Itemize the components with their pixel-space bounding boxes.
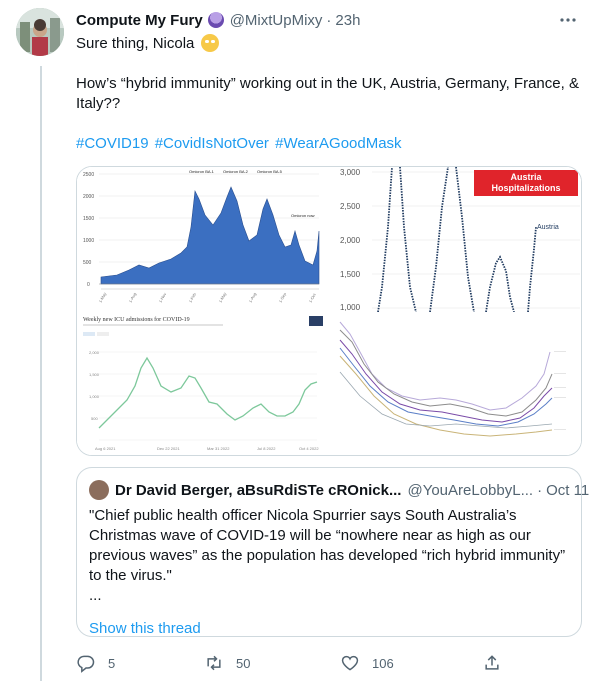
y-tick: 1,500 xyxy=(340,270,361,279)
reply-count: 5 xyxy=(108,655,116,671)
badge-line-1: Austria xyxy=(510,172,542,182)
y-tick: 2000 xyxy=(83,194,94,200)
tweet-line-1-text: Sure thing, Nicola xyxy=(76,35,195,52)
show-thread-link[interactable]: Show this thread xyxy=(89,620,569,637)
y-tick: 3,000 xyxy=(340,168,361,177)
svg-text:1,500: 1,500 xyxy=(89,372,100,377)
share-button[interactable] xyxy=(482,653,514,673)
hashtag-link[interactable]: #WearAGoodMask xyxy=(275,135,401,152)
quoted-date: Oct 11 xyxy=(546,481,590,499)
peak-label: Omicron BA.1 xyxy=(189,169,215,174)
like-button[interactable]: 106 xyxy=(340,653,394,673)
svg-text:1,000: 1,000 xyxy=(89,394,100,399)
svg-text:Mar 31 2022: Mar 31 2022 xyxy=(207,446,230,451)
eye-roll-emoji-icon xyxy=(200,34,219,52)
media-grid[interactable]: 2500 2000 1500 1000 500 0 Omicron BA.1 O… xyxy=(76,166,582,456)
like-icon xyxy=(341,655,359,671)
y-tick: 1,000 xyxy=(340,303,361,312)
quoted-text: "Chief public health officer Nicola Spur… xyxy=(89,506,569,606)
svg-text:———: ——— xyxy=(554,370,566,375)
author-handle[interactable]: @MixtUpMixy xyxy=(230,12,323,29)
quoted-ellipsis: ... xyxy=(89,587,102,604)
retweet-button[interactable]: 50 xyxy=(204,653,250,673)
media-image-countries-chart[interactable]: ——— ——— ——— ——— ——— xyxy=(330,312,581,455)
svg-text:500: 500 xyxy=(91,416,98,421)
svg-text:Jul 8 2022: Jul 8 2022 xyxy=(257,446,276,451)
svg-text:Aug 6 2021: Aug 6 2021 xyxy=(95,446,116,451)
separator: · xyxy=(326,11,332,29)
tweet-line-2: How’s “hybrid immunity” working out in t… xyxy=(76,75,579,112)
tweet-header: Compute My Fury @MixtUpMixy · 23h xyxy=(76,8,582,32)
quoted-avatar xyxy=(89,480,109,500)
hashtags: #COVID19 #CovidIsNotOver #WearAGoodMask xyxy=(76,134,582,154)
quoted-tweet-header: Dr David Berger, aBsuRdiSTe cROnick... @… xyxy=(89,480,589,500)
y-tick: 0 xyxy=(87,282,90,288)
thread-line xyxy=(40,66,42,681)
media-image-uk-chart[interactable]: 2500 2000 1500 1000 500 0 Omicron BA.1 O… xyxy=(77,167,330,312)
separator: · xyxy=(537,481,543,499)
hashtag-link[interactable]: #CovidIsNotOver xyxy=(155,135,269,152)
avatar[interactable] xyxy=(16,8,64,56)
name-emoji-icon xyxy=(207,12,224,28)
media-image-icu-chart[interactable]: Weekly new ICU admissions for COVID-19 2… xyxy=(77,312,330,455)
quoted-body: "Chief public health officer Nicola Spur… xyxy=(89,507,566,584)
tweet-line-1: Sure thing, Nicola xyxy=(76,34,582,54)
y-tick: 500 xyxy=(83,260,92,266)
svg-text:Dec 22 2021: Dec 22 2021 xyxy=(157,446,180,451)
hashtag-link[interactable]: #COVID19 xyxy=(76,135,149,152)
media-image-austria-chart[interactable]: 3,000 2,500 2,000 1,500 1,000 Austria Ho… xyxy=(330,167,581,312)
tweet-text: Sure thing, Nicola How’s “hybrid immunit… xyxy=(76,34,582,154)
avatar-image xyxy=(16,8,64,56)
reply-icon xyxy=(77,655,95,673)
svg-text:2,000: 2,000 xyxy=(89,350,100,355)
svg-text:———: ——— xyxy=(554,426,566,431)
like-count: 106 xyxy=(372,655,394,671)
svg-text:———: ——— xyxy=(554,384,566,389)
y-tick: 2500 xyxy=(83,172,94,178)
y-tick: 2,000 xyxy=(340,236,361,245)
tweet[interactable]: Compute My Fury @MixtUpMixy · 23h Sure t… xyxy=(76,8,589,673)
quoted-author-name: Dr David Berger, aBsuRdiSTe cROnick... xyxy=(115,481,402,499)
svg-text:———: ——— xyxy=(554,348,566,353)
y-tick: 1500 xyxy=(83,216,94,222)
badge-line-2: Hospitalizations xyxy=(491,183,560,193)
quoted-tweet[interactable]: Dr David Berger, aBsuRdiSTe cROnick... @… xyxy=(76,467,589,637)
retweet-icon xyxy=(207,655,221,671)
y-tick: 2,500 xyxy=(340,202,361,211)
quoted-author-handle: @YouAreLobbyL... xyxy=(407,481,534,499)
author-name[interactable]: Compute My Fury xyxy=(76,12,203,29)
peak-label: Omicron BA.5 xyxy=(257,169,283,174)
reply-button[interactable]: 5 xyxy=(76,653,115,673)
y-tick: 1000 xyxy=(83,238,94,244)
timestamp[interactable]: 23h xyxy=(335,12,360,29)
more-icon[interactable] xyxy=(558,10,578,30)
svg-text:Oct 4 2022: Oct 4 2022 xyxy=(299,446,319,451)
svg-text:———: ——— xyxy=(554,394,566,399)
share-icon xyxy=(485,655,499,670)
retweet-count: 50 xyxy=(236,655,251,671)
chart-title: Weekly new ICU admissions for COVID-19 xyxy=(83,316,190,323)
peak-label: Omicron now xyxy=(291,213,315,218)
action-bar: 5 50 106 xyxy=(76,653,506,673)
peak-label: Omicron BA.2 xyxy=(223,169,249,174)
series-label: Austria xyxy=(537,224,559,231)
